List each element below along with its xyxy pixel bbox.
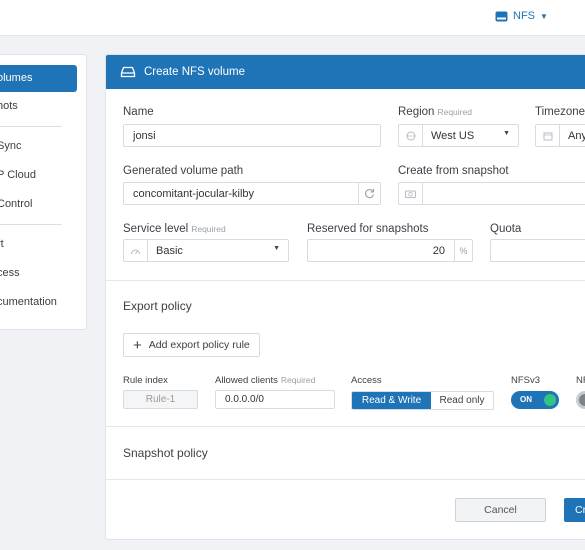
- create-button[interactable]: Cr: [564, 498, 585, 522]
- panel-title: Create NFS volume: [144, 66, 245, 78]
- add-export-rule-button[interactable]: + Add export policy rule: [123, 333, 260, 357]
- top-bar: NFS ▼: [0, 0, 585, 36]
- sidebar-divider: [0, 126, 62, 127]
- nfsv4-toggle[interactable]: [576, 391, 585, 409]
- sidebar-item-documentation[interactable]: cumentation: [0, 288, 86, 317]
- sidebar: olumes hots Sync P Cloud Control rt cess…: [0, 54, 87, 330]
- volume-path-input[interactable]: concomitant-jocular-kilby: [123, 182, 381, 205]
- sidebar-item-snapshots[interactable]: hots: [0, 92, 86, 121]
- access-header: Access: [351, 375, 382, 386]
- rule-index-header: Rule index: [123, 375, 168, 386]
- snapshot-source-select[interactable]: [398, 182, 585, 205]
- nfsv3-toggle[interactable]: ON: [511, 391, 559, 409]
- region-value: West US: [431, 129, 475, 142]
- globe-icon: [399, 125, 423, 146]
- snapshot-policy-title: Snapshot policy: [123, 446, 208, 460]
- section-divider: [106, 280, 585, 281]
- create-volume-panel: Create NFS volume Name jonsi Region Requi…: [105, 54, 585, 540]
- sidebar-item-volumes[interactable]: olumes: [0, 65, 77, 92]
- drive-icon: [495, 11, 508, 21]
- timezone-value: Any: [568, 129, 585, 142]
- timezone-label: Timezone: [535, 106, 585, 118]
- plus-icon: +: [133, 336, 142, 354]
- export-policy-title: Export policy: [123, 299, 192, 313]
- sidebar-divider: [0, 224, 62, 225]
- sidebar-item-access[interactable]: cess: [0, 259, 86, 288]
- sidebar-item-cloud[interactable]: P Cloud: [0, 161, 86, 190]
- service-level-value: Basic: [156, 244, 183, 257]
- allowed-clients-value: 0.0.0.0/0: [225, 394, 264, 405]
- volume-path-label: Generated volume path: [123, 165, 244, 177]
- nfsv3-header: NFSv3: [511, 375, 541, 386]
- allowed-clients-input[interactable]: 0.0.0.0/0: [215, 390, 335, 409]
- reserved-value: 20: [432, 244, 445, 257]
- percent-suffix: %: [454, 240, 472, 261]
- sidebar-item-support[interactable]: rt: [0, 230, 86, 259]
- name-value: jonsi: [133, 129, 156, 142]
- nfsv4-header: NF: [576, 375, 585, 386]
- toggle-knob: [544, 394, 556, 406]
- nfs-menu-label: NFS: [513, 10, 535, 22]
- section-divider: [106, 426, 585, 427]
- service-level-select[interactable]: Basic ▼: [123, 239, 289, 262]
- chevron-down-icon: ▼: [273, 245, 280, 252]
- section-divider: [106, 479, 585, 480]
- reserved-input[interactable]: 20 %: [307, 239, 473, 262]
- calendar-icon: [536, 125, 560, 146]
- rule-index-field: Rule-1: [123, 390, 198, 409]
- reserved-label: Reserved for snapshots: [307, 223, 429, 235]
- access-read-write-option[interactable]: Read & Write: [352, 392, 431, 409]
- region-label: Region Required: [398, 106, 472, 118]
- volume-path-value: concomitant-jocular-kilby: [133, 187, 255, 200]
- refresh-icon[interactable]: [358, 183, 380, 204]
- chevron-down-icon: ▼: [540, 11, 548, 21]
- quota-label: Quota: [490, 223, 522, 235]
- region-select[interactable]: West US ▼: [398, 124, 519, 147]
- gauge-icon: [124, 240, 148, 261]
- access-read-only-option[interactable]: Read only: [431, 392, 493, 409]
- service-level-label: Service level Required: [123, 223, 226, 235]
- add-export-rule-label: Add export policy rule: [148, 339, 250, 351]
- nfs-menu[interactable]: NFS ▼: [495, 10, 548, 22]
- chevron-down-icon: ▼: [503, 130, 510, 137]
- quota-input[interactable]: [490, 239, 585, 262]
- snapshot-source-label: Create from snapshot: [398, 165, 509, 177]
- timezone-select[interactable]: Any: [535, 124, 585, 147]
- rule-index-value: Rule-1: [145, 394, 176, 405]
- sidebar-item-sync[interactable]: Sync: [0, 132, 86, 161]
- drive-icon: [120, 66, 136, 78]
- name-input[interactable]: jonsi: [123, 124, 381, 147]
- toggle-knob: [579, 394, 585, 406]
- panel-header: Create NFS volume: [106, 55, 585, 89]
- sidebar-item-access-control[interactable]: Control: [0, 190, 86, 219]
- cancel-button[interactable]: Cancel: [455, 498, 546, 522]
- nfsv3-toggle-label: ON: [520, 395, 532, 404]
- name-label: Name: [123, 106, 154, 118]
- allowed-clients-header: Allowed clients Required: [215, 375, 316, 386]
- access-toggle-group: Read & Write Read only: [351, 391, 494, 410]
- camera-icon: [399, 183, 423, 204]
